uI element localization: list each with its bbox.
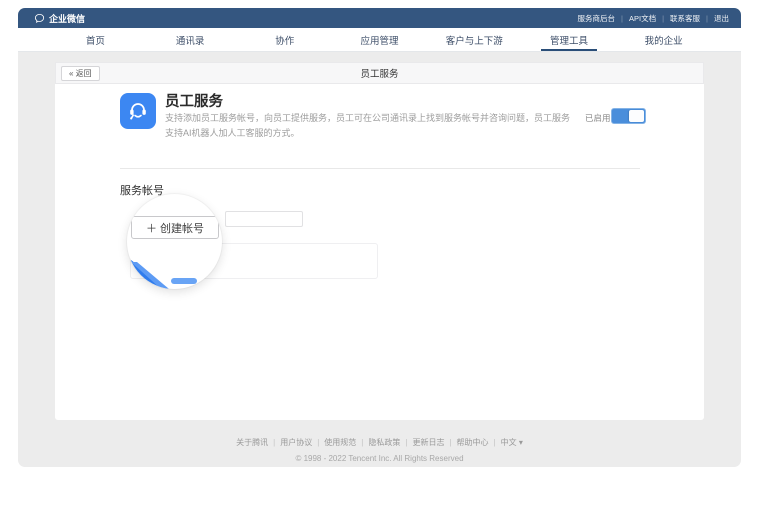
toggle-knob: [629, 110, 644, 122]
tab-collaboration[interactable]: 协作: [237, 28, 332, 51]
status-label: 已启用: [585, 112, 611, 124]
tab-management-tools[interactable]: 管理工具: [522, 28, 617, 51]
separator: |: [662, 14, 664, 23]
separator: |: [273, 438, 275, 447]
tab-home[interactable]: 首页: [48, 28, 143, 51]
separator: |: [706, 14, 708, 23]
wechat-work-bubble-icon: [34, 13, 45, 24]
footer: 关于腾讯 | 用户协议 | 使用规范 | 隐私政策 | 更新日志 | 帮助中心 …: [18, 432, 741, 463]
link-api-docs[interactable]: API文档: [629, 13, 656, 24]
link-help-center[interactable]: 帮助中心: [457, 437, 489, 448]
tab-app-management[interactable]: 应用管理: [332, 28, 427, 51]
tab-contacts[interactable]: 通讯录: [143, 28, 238, 51]
account-search-input[interactable]: [225, 211, 303, 227]
app-description-line2: 支持AI机器人加人工客服的方式。: [165, 126, 645, 141]
enabled-toggle[interactable]: [611, 108, 646, 124]
account-avatar-fragment: [127, 250, 197, 289]
logo-text: 企业微信: [49, 12, 85, 25]
separator: |: [361, 438, 363, 447]
main-navbar: 首页 通讯录 协作 应用管理 客户与上下游 管理工具 我的企业: [18, 28, 741, 52]
link-user-agreement[interactable]: 用户协议: [280, 437, 312, 448]
app-description: 支持添加员工服务帐号，向员工提供服务，员工可在公司通讯录上找到服务帐号并咨询问题…: [165, 111, 645, 140]
back-button[interactable]: « 返回: [61, 66, 100, 81]
app-logo[interactable]: 企业微信: [34, 12, 85, 25]
tab-my-company[interactable]: 我的企业: [616, 28, 711, 51]
separator: |: [449, 438, 451, 447]
link-service-provider-console[interactable]: 服务商后台: [578, 13, 616, 24]
page-header-bar: « 返回 员工服务: [55, 62, 704, 84]
copyright: © 1998 - 2022 Tencent Inc. All Rights Re…: [18, 454, 741, 463]
topbar-links: 服务商后台 | API文档 | 联系客服 | 退出: [578, 13, 729, 24]
separator: |: [317, 438, 319, 447]
link-usage-rules[interactable]: 使用规范: [324, 437, 356, 448]
service-accounts-section-title: 服务帐号: [120, 182, 164, 198]
language-selector[interactable]: 中文 ▾: [501, 437, 523, 448]
customer-service-headset-icon: [120, 93, 156, 129]
link-privacy-policy[interactable]: 隐私政策: [368, 437, 400, 448]
separator: |: [621, 14, 623, 23]
employee-service-card: 员工服务 支持添加员工服务帐号，向员工提供服务，员工可在公司通讯录上找到服务帐号…: [55, 84, 704, 420]
link-contact-support[interactable]: 联系客服: [670, 13, 700, 24]
app-description-line1: 支持添加员工服务帐号，向员工提供服务，员工可在公司通讯录上找到服务帐号并咨询问题…: [165, 111, 645, 126]
separator: |: [494, 438, 496, 447]
link-about-tencent[interactable]: 关于腾讯: [236, 437, 268, 448]
link-changelog[interactable]: 更新日志: [412, 437, 444, 448]
create-account-button[interactable]: ＋ 创建帐号: [131, 216, 219, 239]
link-logout[interactable]: 退出: [714, 13, 729, 24]
app-name: 员工服务: [165, 90, 223, 111]
tab-customers[interactable]: 客户与上下游: [427, 28, 522, 51]
separator: |: [405, 438, 407, 447]
divider: [120, 168, 640, 169]
topbar: 企业微信 服务商后台 | API文档 | 联系客服 | 退出: [18, 8, 741, 28]
magnifier-bubble: ＋ 创建帐号: [127, 194, 222, 289]
page-title: 员工服务: [56, 66, 703, 80]
admin-window: 企业微信 服务商后台 | API文档 | 联系客服 | 退出 首页 通讯录 协作…: [18, 8, 741, 467]
footer-links: 关于腾讯 | 用户协议 | 使用规范 | 隐私政策 | 更新日志 | 帮助中心 …: [236, 437, 523, 448]
